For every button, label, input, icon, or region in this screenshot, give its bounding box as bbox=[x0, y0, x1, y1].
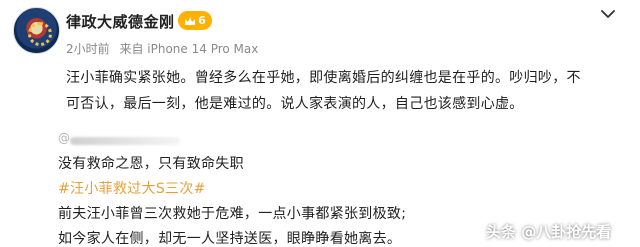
post-body-line: 可否认，最后一刻，他是难过的。说人家表演的人，自己也该感到心虚。 bbox=[66, 96, 524, 112]
weibo-post: 律政大威德金刚 6 2小时前 来自 iPhone 14 Pro Max 汪小菲确… bbox=[0, 0, 640, 247]
user-avatar[interactable] bbox=[13, 7, 60, 54]
quoted-user-mention[interactable]: @ bbox=[58, 131, 228, 147]
post-meta: 2小时前 来自 iPhone 14 Pro Max bbox=[66, 40, 264, 57]
watermark-text: 头条 @八卦抢先看 bbox=[486, 222, 612, 241]
hashtag-link[interactable]: #汪小菲救过大S三次# bbox=[58, 181, 206, 197]
toutiao-watermark: 头条 @八卦抢先看 bbox=[486, 218, 636, 244]
quote-line: 没有救命之恩，只有致命失职 bbox=[58, 156, 244, 172]
post-time: 2小时前 bbox=[66, 42, 110, 56]
blurred-username bbox=[70, 137, 180, 145]
username[interactable]: 律政大威德金刚 bbox=[66, 11, 175, 32]
level-badge[interactable]: 6 bbox=[178, 11, 212, 30]
post-body-line: 汪小菲确实紧张她。曾经多么在乎她，即使离婚后的纠缠也是在乎的。吵归吵，不 bbox=[66, 70, 581, 86]
mention-symbol: @ bbox=[58, 131, 70, 145]
more-options-button[interactable] bbox=[598, 10, 618, 22]
post-source: 来自 iPhone 14 Pro Max bbox=[119, 42, 259, 56]
badge-level: 6 bbox=[198, 14, 206, 27]
chevron-down-icon bbox=[601, 10, 615, 18]
crown-icon bbox=[185, 16, 196, 25]
post-body: 汪小菲确实紧张她。曾经多么在乎她，即使离婚后的纠缠也是在乎的。吵归吵，不 可否认… bbox=[66, 65, 622, 117]
